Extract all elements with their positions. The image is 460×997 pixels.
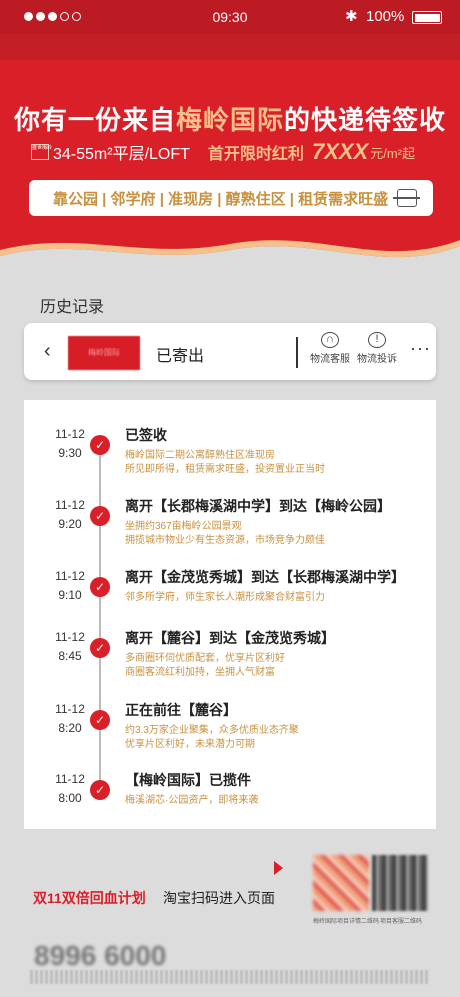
step-desc: 所见即所得，租赁需求旺盛，投资置业正当时 [125,464,325,475]
step-title: 已签收 [125,427,167,443]
alert-icon: ! [368,332,386,348]
step-date: 11-12 [55,569,85,583]
fine-print [30,970,430,984]
bluetooth-icon: ✱ [345,8,358,25]
step-desc: 坐拥约367亩梅岭公园景观 [125,521,242,532]
check-icon: ✓ [90,638,110,658]
service-qr-code[interactable] [372,855,428,911]
step-date: 11-12 [55,772,85,786]
header-band [0,34,460,60]
step-date: 11-12 [55,630,85,644]
step-title: 【梅岭国际】已揽件 [125,772,251,788]
divider [296,337,298,368]
project-qr-code[interactable] [313,855,369,911]
project-logo: 盛世梅岭 [31,144,52,160]
hotline-number: 8996 6000 [34,940,167,971]
step-desc: 拥揽城市物业少有生态资源，市场竞争力颇佳 [125,535,325,546]
package-thumbnail: 梅岭国际 [68,336,140,370]
search-tags: 靠公园 | 邻学府 | 准现房 | 醇熟住区 | 租赁需求旺盛 [53,190,389,208]
step-desc: 约3.3万家企业聚集，众多优质业态齐聚 [125,725,299,736]
step-time: 9:30 [58,446,82,460]
step-desc: 商圈客流红利加持，坐拥人气财富 [125,667,275,678]
step-datetime: 11-12 9:30 [50,425,90,463]
step-title: 离开【麓谷】到达【金茂览秀城】 [125,630,335,646]
status-bar: 09:30 ✱ 100% [0,0,460,34]
step-datetime: 11-12 9:20 [50,496,90,534]
scan-icon[interactable] [393,189,420,207]
price-unit: 元/m²起 [370,145,415,161]
play-arrow-icon [274,861,283,875]
service-label: 物流客服 [310,354,350,365]
back-icon[interactable]: ‹ [44,340,51,363]
battery-percentage: 100% [366,8,405,25]
step-datetime: 11-12 9:10 [50,567,90,605]
step-datetime: 11-12 8:20 [50,700,90,738]
timeline-card: 11-12 9:30 ✓ 已签收 梅岭国际二期公寓醇熟住区准现房 所见即所得，租赁… [24,400,436,829]
step-date: 11-12 [55,427,85,441]
logistics-complaint-button[interactable]: ! 物流投诉 [355,332,399,365]
qr-caption: 梅岭国际项目详情二维码 [313,919,380,925]
timeline-line [99,440,101,792]
promo-text: 首开限时红利 [207,146,304,163]
step-time: 9:10 [58,588,82,602]
step-title: 离开【长郡梅溪湖中学】到达【梅岭公园】 [125,498,391,514]
title-brand: 梅岭国际 [175,105,284,135]
headset-icon: ∩ [321,332,339,348]
step-time: 8:45 [58,649,82,663]
step-desc: 梅岭国际二期公寓醇熟住区准现房 [125,450,275,461]
title-part: 的快递待签收 [284,105,447,135]
step-datetime: 11-12 8:00 [50,770,90,808]
step-time: 9:20 [58,517,82,531]
battery-icon [412,11,442,24]
check-icon: ✓ [90,577,110,597]
step-datetime: 11-12 8:45 [50,628,90,666]
unit-size: 34-55m²平层/LOFT [53,146,190,163]
shipment-status: 已寄出 [156,348,205,365]
tracking-header: ‹ 梅岭国际 已寄出 ∩ 物流客服 ! 物流投诉 ··· [24,323,436,380]
step-date: 11-12 [55,702,85,716]
check-icon: ✓ [90,780,110,800]
complaint-label: 物流投诉 [357,354,397,365]
search-bar[interactable]: 靠公园 | 邻学府 | 准现房 | 醇熟住区 | 租赁需求旺盛 [29,180,433,216]
step-time: 8:20 [58,721,82,735]
step-desc: 梅溪湖芯·公园资产，即将来袭 [125,795,259,806]
step-time: 8:00 [58,791,82,805]
campaign-title: 双11双倍回血计划 [33,890,146,906]
more-icon[interactable]: ··· [410,338,431,359]
check-icon: ✓ [90,506,110,526]
step-date: 11-12 [55,498,85,512]
check-icon: ✓ [90,710,110,730]
logistics-service-button[interactable]: ∩ 物流客服 [308,332,352,365]
step-title: 正在前往【麓谷】 [125,702,237,718]
step-desc: 邻多所学府，师生家长人潮形成聚合财富引力 [125,592,325,603]
hero-title: 你有一份来自梅岭国际的快递待签收 [0,100,460,137]
check-icon: ✓ [90,435,110,455]
step-title: 离开【金茂览秀城】到达【长郡梅溪湖中学】 [125,569,405,585]
scan-instruction: 淘宝扫码进入页面 [163,890,275,906]
hero-subline: 盛世梅岭 34-55m²平层/LOFT 首开限时红利 7XXX 元/m²起 [31,139,415,165]
price-text: 7XXX [311,139,369,164]
qr-caption: 项目客服二维码 [380,919,423,925]
step-desc: 多商圈环伺优质配套，优享片区利好 [125,653,285,664]
history-title: 历史记录 [40,299,105,316]
step-desc: 优享片区利好，未来潜力可期 [125,739,255,750]
title-part: 你有一份来自 [13,105,176,135]
